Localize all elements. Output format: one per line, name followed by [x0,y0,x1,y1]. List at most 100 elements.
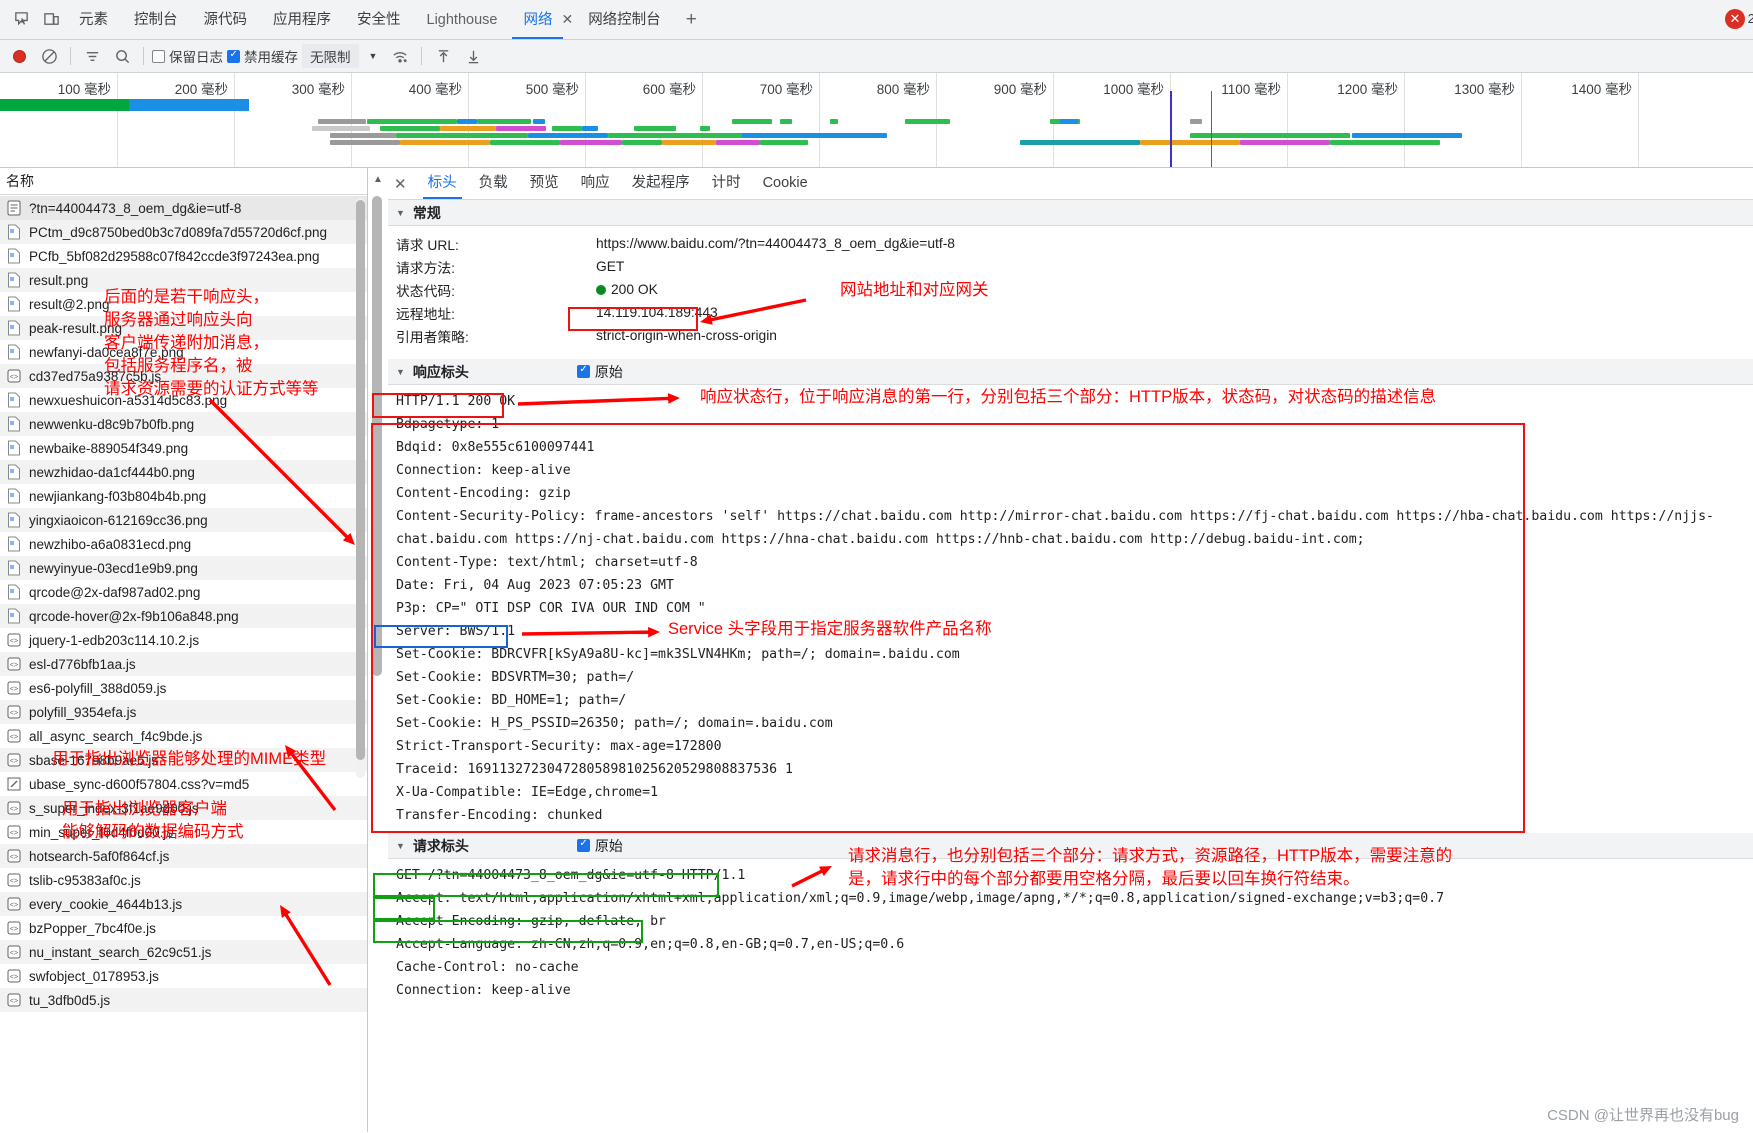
overview-bar [732,119,772,124]
overview-bar [700,126,710,131]
response-headers-section-header[interactable]: ▼ 响应标头 原始 [388,359,1753,385]
request-name: ?tn=44004473_8_oem_dg&ie=utf-8 [29,200,242,216]
overview-bar [528,133,608,138]
request-row[interactable]: PCfb_5bf082d29588c07f842ccde3f97243ea.pn… [0,244,367,268]
tab-headers[interactable]: 标头 [417,168,468,199]
throttle-select[interactable]: 无限制 [302,44,359,68]
kv-value: https://www.baidu.com/?tn=44004473_8_oem… [596,236,955,251]
request-row[interactable]: <> tslib-c95383af0c.js [0,868,367,892]
request-row[interactable]: newyinyue-03ecd1e9b9.png [0,556,367,580]
add-panel-icon[interactable]: + [674,9,709,31]
disable-cache-label: 禁用缓存 [244,50,298,65]
request-row[interactable]: <> jquery-1-edb203c114.10.2.js [0,628,367,652]
request-row[interactable]: yingxiaoicon-612169cc36.png [0,508,367,532]
clear-icon[interactable] [36,43,62,69]
inspect-element-icon[interactable] [6,6,36,34]
overview-bar [560,140,622,145]
tab-payload[interactable]: 负载 [468,168,519,199]
disable-cache-checkbox[interactable]: 禁用缓存 [227,46,298,66]
request-row[interactable]: ?tn=44004473_8_oem_dg&ie=utf-8 [0,196,367,220]
tab-response[interactable]: 响应 [570,168,621,199]
response-header-line: Set-Cookie: BDSVRTM=30; path=/ [396,670,635,685]
detail-scrollbar-thumb[interactable] [372,196,382,676]
kv-key: 状态代码: [396,283,456,299]
response-header-line: Set-Cookie: BD_HOME=1; path=/ [396,693,627,708]
script-icon: <> [7,752,22,769]
request-row[interactable]: qrcode@2x-daf987ad02.png [0,580,367,604]
chevron-down-icon[interactable]: ▼ [363,51,384,61]
request-detail-panel: ▲ ✕ 标头 负载 预览 响应 发起程序 计时 Cookie ▼ 常规 请求 U… [368,168,1753,1132]
tab-sources[interactable]: 源代码 [191,1,261,39]
overview-bar [330,140,400,145]
request-row[interactable]: <> all_async_search_f4c9bde.js [0,724,367,748]
request-row[interactable]: <> nu_instant_search_62c9c51.js [0,940,367,964]
tab-initiator[interactable]: 发起程序 [621,168,701,199]
tab-timing[interactable]: 计时 [701,168,752,199]
filter-icon[interactable] [79,43,105,69]
kv-row: 远程地址: 14.119.104.189:443 [396,301,1753,324]
export-har-icon[interactable] [460,43,486,69]
request-list-header: 名称 [0,168,367,195]
request-row[interactable]: <> hotsearch-5af0f864cf.js [0,844,367,868]
request-row[interactable]: <> polyfill_9354efa.js [0,700,367,724]
wifi-icon[interactable] [387,43,413,69]
request-row[interactable]: newjiankang-f03b804b4b.png [0,484,367,508]
tab-network-console[interactable]: 网络控制台 [575,1,674,39]
tab-label: 安全性 [357,11,401,28]
tab-console[interactable]: 控制台 [121,1,191,39]
request-name: jquery-1-edb203c114.10.2.js [29,632,200,648]
request-row[interactable]: newzhidao-da1cf444b0.png [0,460,367,484]
response-header-line: Transfer-Encoding: chunked [396,808,603,823]
request-name: result@2.png [29,296,110,312]
script-icon: <> [7,992,22,1009]
general-section-header[interactable]: ▼ 常规 [388,200,1753,226]
detail-scroll-up-icon[interactable]: ▲ [373,174,383,185]
request-row[interactable]: <> bzPopper_7bc4f0e.js [0,916,367,940]
request-name: tslib-c95383af0c.js [29,872,141,888]
request-row[interactable]: <> swfobject_0178953.js [0,964,367,988]
tab-security[interactable]: 安全性 [344,1,414,39]
request-row[interactable]: <> esl-d776bfb1aa.js [0,652,367,676]
image-icon [7,392,22,409]
search-icon[interactable] [109,43,135,69]
request-row[interactable]: PCtm_d9c8750bed0b3c7d089fa7d55720d6cf.pn… [0,220,367,244]
device-toolbar-icon[interactable] [36,6,66,34]
request-row[interactable]: ubase_sync-d600f57804.css?v=md5 [0,772,367,796]
request-row[interactable]: <> every_cookie_4644b13.js [0,892,367,916]
tab-application[interactable]: 应用程序 [260,1,344,39]
request-raw-toggle[interactable]: 原始 [576,836,623,856]
import-har-icon[interactable] [430,43,456,69]
preserve-log-checkbox[interactable]: 保留日志 [152,46,223,66]
close-devtools-button[interactable]: ✕ [1725,9,1745,29]
response-header-line: Connection: keep-alive [396,463,571,478]
tab-lighthouse[interactable]: Lighthouse [414,1,511,39]
detail-tab-label: 负载 [478,175,508,191]
overview-bar [312,126,370,131]
request-row[interactable]: newwenku-d8c9b7b0fb.png [0,412,367,436]
network-overview-timeline[interactable]: 100 毫秒 200 毫秒 300 毫秒 400 毫秒 500 毫秒 600 毫秒 700 … [0,73,1753,168]
tab-preview[interactable]: 预览 [519,168,570,199]
request-row[interactable]: <> es6-polyfill_388d059.js [0,676,367,700]
script-icon: <> [7,872,22,889]
request-list-scrollbar-thumb[interactable] [356,200,365,760]
request-row[interactable]: <> tu_3dfb0d5.js [0,988,367,1012]
response-header-lines: Bdpagetype: 1 Bdqid: 0x8e555c6100097441 Co… [396,413,1753,827]
image-icon [7,320,22,337]
script-icon: <> [7,920,22,937]
request-row[interactable]: qrcode-hover@2x-f9b106a848.png [0,604,367,628]
tab-elements[interactable]: 元素 [66,1,121,39]
svg-text:<>: <> [10,830,18,838]
response-raw-toggle[interactable]: 原始 [576,362,623,382]
tab-cookie[interactable]: Cookie [752,168,819,199]
image-icon [7,344,22,361]
request-name: bzPopper_7bc4f0e.js [29,920,156,936]
request-row[interactable]: newzhibo-a6a0831ecd.png [0,532,367,556]
record-button[interactable] [6,43,32,69]
svg-text:<>: <> [10,806,18,814]
tab-network[interactable]: 网络 [510,1,565,39]
request-headers-title: 请求标头 [412,837,469,854]
overview-ruler: 100 毫秒 200 毫秒 300 毫秒 400 毫秒 500 毫秒 600 毫秒 700 … [0,73,1753,167]
detail-close-icon[interactable]: ✕ [388,175,417,193]
load-event-marker [1210,91,1213,167]
request-row[interactable]: newbaike-889054f349.png [0,436,367,460]
